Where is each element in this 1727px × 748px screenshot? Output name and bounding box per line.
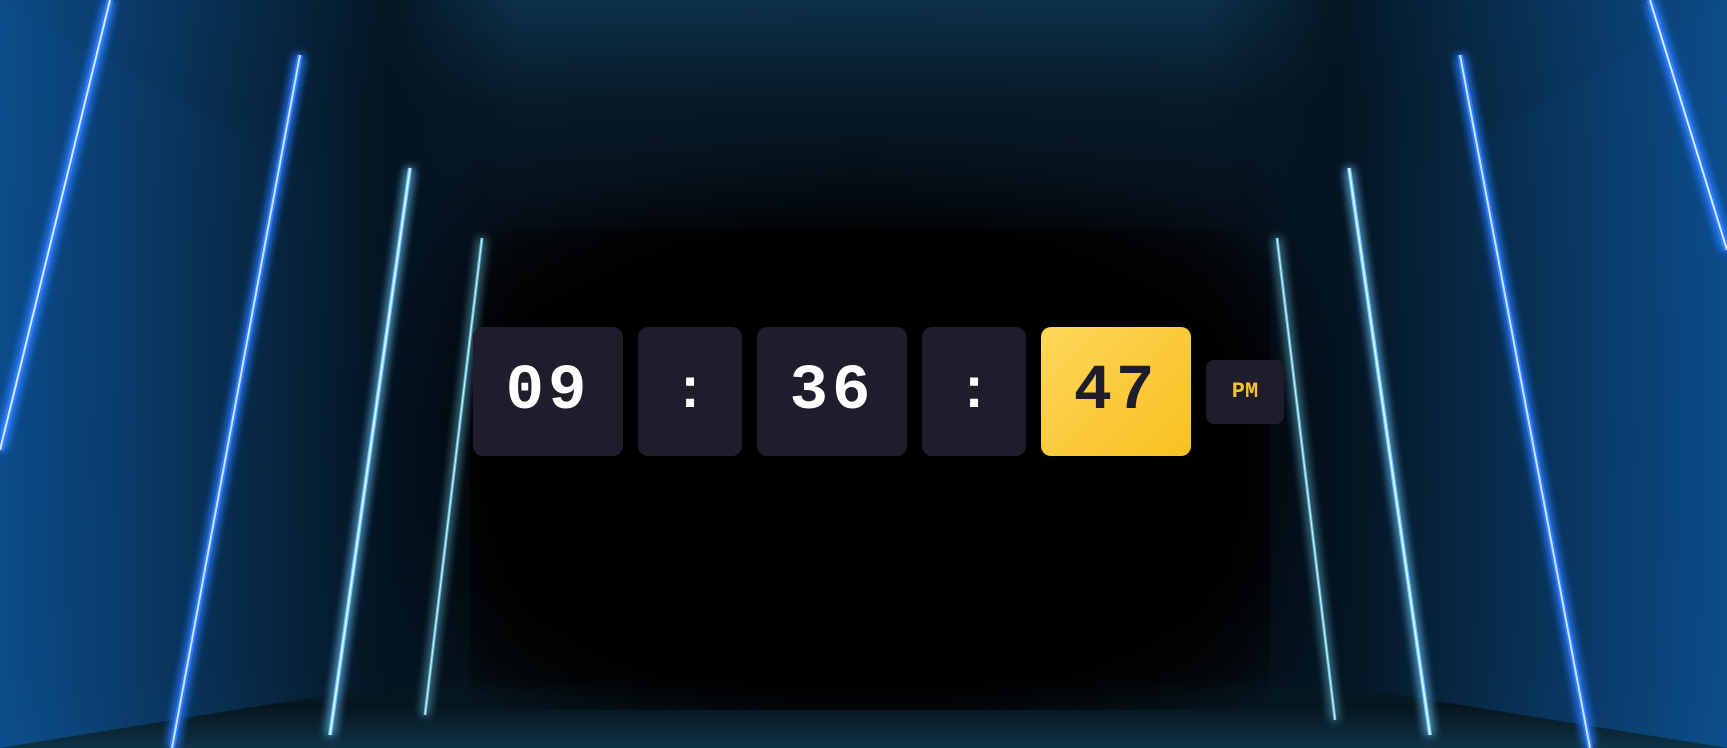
neon-strip-right-3-core xyxy=(1348,167,1431,736)
neon-strip-left-outer-core xyxy=(0,0,111,451)
seconds-display: 47 xyxy=(1041,327,1191,456)
minutes-display: 36 xyxy=(757,327,907,456)
neon-strip-left-4-core xyxy=(424,237,483,716)
neon-strip-right-4-core xyxy=(1276,237,1336,721)
neon-strip-left-3-core xyxy=(329,167,411,736)
clock-separator-2: : xyxy=(922,327,1026,456)
clock-separator-1: : xyxy=(638,327,742,456)
neon-strip-left-2-core xyxy=(171,54,301,748)
neon-tunnel-background: 09 : 36 : 47 PM xyxy=(0,0,1727,748)
digital-clock: 09 : 36 : 47 PM xyxy=(473,327,1284,456)
hours-display: 09 xyxy=(473,327,623,456)
am-pm-indicator: PM xyxy=(1206,359,1284,424)
neon-strip-right-2-core xyxy=(1459,54,1591,748)
neon-strip-right-outer-core xyxy=(1649,0,1727,251)
